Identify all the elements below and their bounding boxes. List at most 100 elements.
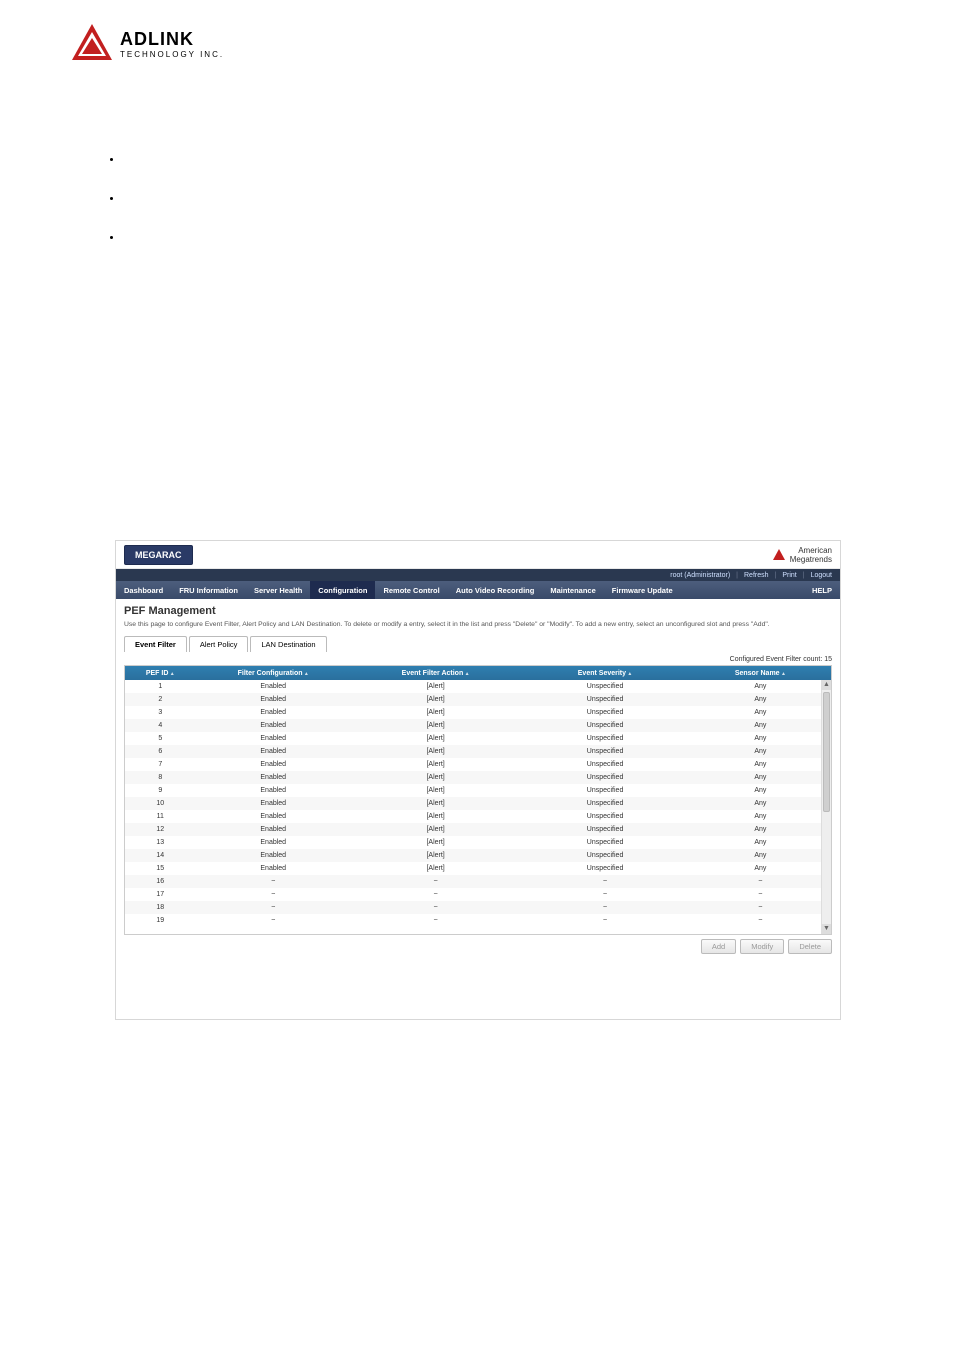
- cell-filter-config: Enabled: [196, 865, 351, 872]
- nav-auto-video-recording[interactable]: Auto Video Recording: [448, 581, 543, 599]
- cell-filter-action: [Alert]: [351, 683, 520, 690]
- cell-filter-config: Enabled: [196, 813, 351, 820]
- cell-event-severity: ~: [520, 891, 689, 898]
- am-triangle-icon: [772, 548, 786, 562]
- cell-pef-id: 13: [125, 839, 196, 846]
- table-row[interactable]: 5Enabled[Alert]UnspecifiedAny: [125, 732, 831, 745]
- cell-pef-id: 8: [125, 774, 196, 781]
- tab-event-filter[interactable]: Event Filter: [124, 636, 187, 652]
- table-row[interactable]: 1Enabled[Alert]UnspecifiedAny: [125, 680, 831, 693]
- nav-remote-control[interactable]: Remote Control: [375, 581, 447, 599]
- table-row[interactable]: 18~~~~: [125, 901, 831, 914]
- vendor-name-bot: Megatrends: [790, 555, 832, 564]
- table-row[interactable]: 7Enabled[Alert]UnspecifiedAny: [125, 758, 831, 771]
- nav-maintenance[interactable]: Maintenance: [542, 581, 603, 599]
- cell-pef-id: 2: [125, 696, 196, 703]
- col-pef-id[interactable]: PEF ID: [125, 670, 196, 677]
- table-row[interactable]: 11Enabled[Alert]UnspecifiedAny: [125, 810, 831, 823]
- app-topbar: MEGARAC American Megatrends: [116, 541, 840, 569]
- page-content: PEF Management Use this page to configur…: [116, 599, 840, 960]
- cell-filter-action: [Alert]: [351, 787, 520, 794]
- cell-event-severity: ~: [520, 904, 689, 911]
- cell-event-severity: Unspecified: [520, 826, 689, 833]
- cell-filter-config: ~: [196, 904, 351, 911]
- scroll-down-arrow-icon[interactable]: ▼: [822, 924, 831, 934]
- table-row[interactable]: 13Enabled[Alert]UnspecifiedAny: [125, 836, 831, 849]
- col-sensor-name[interactable]: Sensor Name: [690, 670, 831, 677]
- col-filter-action[interactable]: Event Filter Action: [351, 670, 520, 677]
- table-row[interactable]: 19~~~~: [125, 914, 831, 927]
- add-button[interactable]: Add: [701, 939, 736, 954]
- col-event-severity[interactable]: Event Severity: [520, 670, 689, 677]
- delete-button[interactable]: Delete: [788, 939, 832, 954]
- scroll-up-arrow-icon[interactable]: ▲: [822, 680, 831, 690]
- cell-filter-action: [Alert]: [351, 800, 520, 807]
- bullet-item: [122, 154, 125, 165]
- vertical-scrollbar[interactable]: ▲ ▼: [821, 680, 831, 934]
- current-user: root (Administrator): [670, 572, 730, 579]
- tab-alert-policy[interactable]: Alert Policy: [189, 636, 249, 652]
- nav-help[interactable]: HELP: [812, 586, 840, 595]
- cell-sensor-name: Any: [690, 774, 831, 781]
- cell-filter-config: ~: [196, 891, 351, 898]
- col-filter-config[interactable]: Filter Configuration: [196, 670, 351, 677]
- cell-event-severity: Unspecified: [520, 683, 689, 690]
- print-link[interactable]: Print: [782, 572, 796, 579]
- scroll-thumb[interactable]: [823, 692, 830, 812]
- cell-pef-id: 19: [125, 917, 196, 924]
- doc-brand-sub: TECHNOLOGY INC.: [120, 50, 224, 59]
- refresh-link[interactable]: Refresh: [744, 572, 769, 579]
- table-row[interactable]: 17~~~~: [125, 888, 831, 901]
- cell-sensor-name: ~: [690, 878, 831, 885]
- doc-brand-logo: ADLINK TECHNOLOGY INC.: [68, 20, 224, 68]
- table-row[interactable]: 6Enabled[Alert]UnspecifiedAny: [125, 745, 831, 758]
- table-row[interactable]: 12Enabled[Alert]UnspecifiedAny: [125, 823, 831, 836]
- main-nav: Dashboard FRU Information Server Health …: [116, 581, 840, 599]
- tab-strip: Event Filter Alert Policy LAN Destinatio…: [124, 636, 832, 652]
- cell-pef-id: 12: [125, 826, 196, 833]
- cell-sensor-name: ~: [690, 917, 831, 924]
- cell-pef-id: 6: [125, 748, 196, 755]
- page-description: Use this page to configure Event Filter,…: [124, 621, 832, 628]
- cell-pef-id: 4: [125, 722, 196, 729]
- cell-pef-id: 3: [125, 709, 196, 716]
- table-row[interactable]: 16~~~~: [125, 875, 831, 888]
- cell-filter-action: [Alert]: [351, 722, 520, 729]
- table-row[interactable]: 9Enabled[Alert]UnspecifiedAny: [125, 784, 831, 797]
- cell-pef-id: 9: [125, 787, 196, 794]
- modify-button[interactable]: Modify: [740, 939, 784, 954]
- cell-event-severity: Unspecified: [520, 800, 689, 807]
- table-header-row: PEF ID Filter Configuration Event Filter…: [125, 666, 831, 680]
- nav-firmware-update[interactable]: Firmware Update: [604, 581, 681, 599]
- logout-link[interactable]: Logout: [811, 572, 832, 579]
- cell-event-severity: Unspecified: [520, 813, 689, 820]
- cell-filter-action: [Alert]: [351, 813, 520, 820]
- cell-event-severity: Unspecified: [520, 865, 689, 872]
- cell-pef-id: 17: [125, 891, 196, 898]
- table-row[interactable]: 10Enabled[Alert]UnspecifiedAny: [125, 797, 831, 810]
- table-row[interactable]: 4Enabled[Alert]UnspecifiedAny: [125, 719, 831, 732]
- cell-sensor-name: Any: [690, 709, 831, 716]
- table-row[interactable]: 8Enabled[Alert]UnspecifiedAny: [125, 771, 831, 784]
- table-row[interactable]: 15Enabled[Alert]UnspecifiedAny: [125, 862, 831, 875]
- cell-filter-action: [Alert]: [351, 852, 520, 859]
- cell-sensor-name: Any: [690, 787, 831, 794]
- table-row[interactable]: 2Enabled[Alert]UnspecifiedAny: [125, 693, 831, 706]
- cell-filter-config: Enabled: [196, 839, 351, 846]
- cell-filter-config: Enabled: [196, 696, 351, 703]
- table-row[interactable]: 3Enabled[Alert]UnspecifiedAny: [125, 706, 831, 719]
- nav-fru-information[interactable]: FRU Information: [171, 581, 246, 599]
- doc-brand-name: ADLINK: [120, 29, 224, 50]
- cell-sensor-name: Any: [690, 826, 831, 833]
- table-row[interactable]: 14Enabled[Alert]UnspecifiedAny: [125, 849, 831, 862]
- nav-server-health[interactable]: Server Health: [246, 581, 310, 599]
- nav-dashboard[interactable]: Dashboard: [116, 581, 171, 599]
- tab-lan-destination[interactable]: LAN Destination: [250, 636, 326, 652]
- cell-filter-action: [Alert]: [351, 826, 520, 833]
- cell-sensor-name: ~: [690, 891, 831, 898]
- nav-configuration[interactable]: Configuration: [310, 581, 375, 599]
- cell-pef-id: 16: [125, 878, 196, 885]
- cell-filter-action: ~: [351, 904, 520, 911]
- cell-filter-config: Enabled: [196, 761, 351, 768]
- cell-filter-action: [Alert]: [351, 839, 520, 846]
